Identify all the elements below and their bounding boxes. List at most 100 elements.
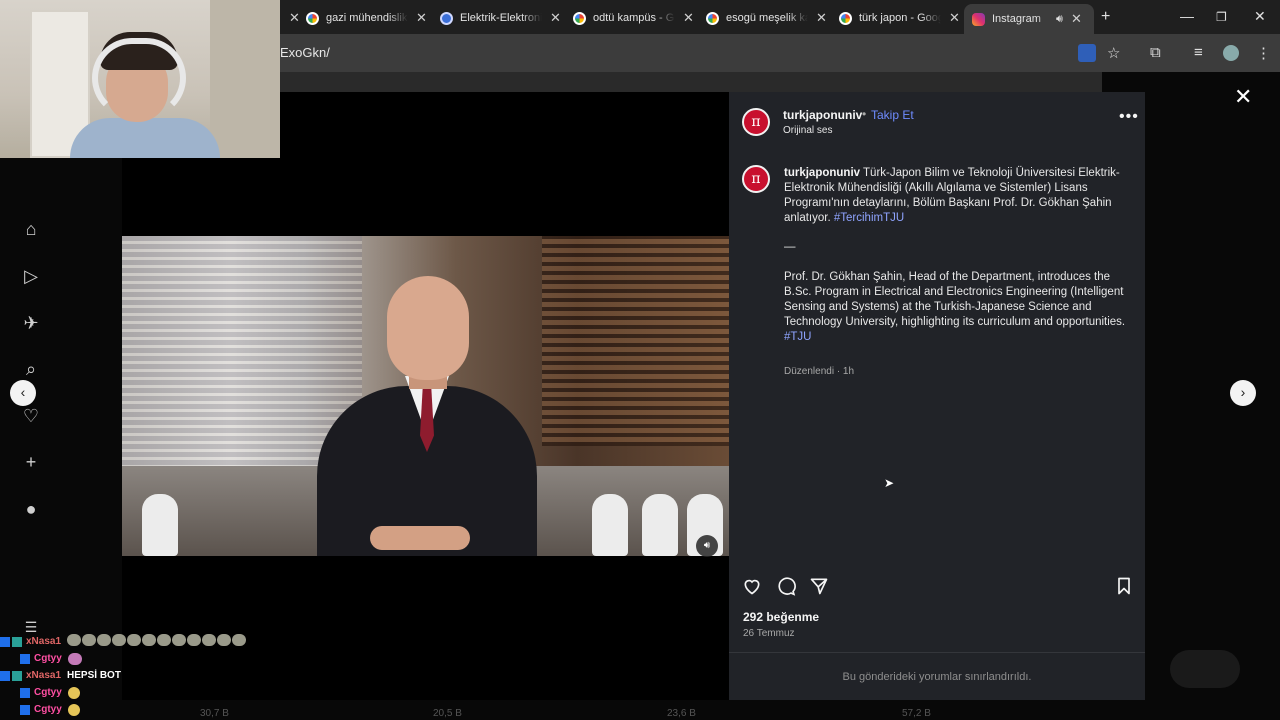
share-icon[interactable]	[809, 576, 829, 596]
reels-icon[interactable]: ▷	[20, 265, 42, 287]
profile-avatar[interactable]: π	[742, 108, 770, 136]
view-count: 23,6 B	[667, 708, 696, 719]
tab-2[interactable]: Elektrik-Elektronik ✕	[440, 5, 561, 31]
chat-user: Cgtyy	[34, 704, 62, 715]
hashtag-link[interactable]: #TJU	[784, 330, 1126, 345]
minimize-button[interactable]: —	[1180, 8, 1194, 24]
badge-icon	[0, 670, 10, 681]
tab-3[interactable]: odtü kampüs - Google ✕	[573, 5, 694, 31]
chat-text: HEPSİ BOT	[67, 670, 121, 681]
close-icon[interactable]: ✕	[816, 10, 827, 26]
create-icon[interactable]: +	[20, 451, 42, 473]
next-post-button[interactable]: ›	[1230, 380, 1256, 406]
follow-button[interactable]: Takip Et	[871, 108, 914, 122]
badge-icon	[0, 636, 10, 647]
kebab-menu-icon[interactable]: ⋮	[1256, 44, 1271, 62]
profile-avatar-icon[interactable]	[1223, 45, 1239, 61]
comments-limited-notice: Bu gönderideki yorumlar sınırlandırıldı.	[842, 671, 1032, 683]
chat-message: xNasa1	[0, 633, 280, 650]
chat-user: xNasa1	[26, 636, 62, 647]
post-video[interactable]	[122, 236, 729, 556]
comment-icon[interactable]	[776, 576, 796, 596]
profile-icon[interactable]: ●	[20, 498, 42, 520]
close-icon[interactable]: ✕	[416, 10, 427, 26]
tab-title: türk japon - Google	[859, 12, 941, 24]
save-bookmark-icon[interactable]	[1114, 576, 1134, 596]
new-tab-button[interactable]: +	[1101, 8, 1110, 26]
restore-button[interactable]: ❐	[1216, 10, 1227, 24]
mouse-cursor-icon: ➤	[884, 476, 895, 490]
home-icon[interactable]: ⌂	[20, 218, 42, 240]
emote-icon	[67, 686, 80, 699]
volume-icon[interactable]: 🔊︎	[696, 535, 718, 557]
like-heart-icon[interactable]	[742, 576, 762, 596]
chat-message: Cgtyy	[0, 684, 280, 701]
previous-post-button[interactable]: ‹	[10, 380, 36, 406]
divider	[729, 652, 1145, 653]
tab-1[interactable]: gazi mühendislik ✕	[306, 5, 427, 31]
close-icon[interactable]: ✕	[683, 10, 694, 26]
caption-username[interactable]: turkjaponuniv	[784, 167, 860, 179]
tab-title: esogü meşelik kampüs	[726, 12, 808, 24]
chat-user: Cgtyy	[34, 653, 62, 664]
close-icon[interactable]: ✕	[949, 10, 960, 26]
tab-4[interactable]: esogü meşelik kampüs ✕	[706, 5, 827, 31]
chat-user: Cgtyy	[34, 687, 62, 698]
badge-icon	[12, 670, 22, 681]
webcam-overlay	[0, 0, 280, 158]
google-icon	[839, 11, 852, 25]
messages-pill[interactable]	[1170, 650, 1240, 688]
close-modal-icon[interactable]: ✕	[1234, 84, 1252, 110]
instagram-icon	[972, 12, 985, 26]
google-icon	[573, 11, 586, 25]
notifications-icon[interactable]: ♡	[20, 405, 42, 427]
post-username[interactable]: turkjaponuniv	[783, 108, 862, 122]
badge-icon	[20, 704, 30, 715]
extensions-icon[interactable]: ⧉	[1150, 44, 1161, 61]
caption-separator: —	[784, 241, 796, 253]
more-options-icon[interactable]: •••	[1119, 108, 1139, 126]
close-window-button[interactable]: ✕	[1254, 8, 1266, 25]
media-control-icon[interactable]: ≡	[1194, 44, 1203, 61]
chat-user: xNasa1	[26, 670, 62, 681]
url-text[interactable]: ExoGkn/	[280, 45, 330, 60]
install-app-icon[interactable]	[1078, 44, 1096, 62]
view-count: 20,5 B	[433, 708, 462, 719]
tab-title: Elektrik-Elektronik	[460, 12, 542, 24]
tab-title: Instagram	[992, 13, 1041, 25]
tab-title: gazi mühendislik	[326, 12, 408, 24]
emote-icon	[67, 652, 82, 665]
chat-message: Cgtyy	[0, 650, 280, 667]
close-icon[interactable]: ✕	[1071, 11, 1082, 27]
bookmark-star-icon[interactable]: ☆	[1107, 44, 1120, 62]
badge-icon	[12, 636, 22, 647]
edited-timestamp: Düzenlendi · 1h	[784, 366, 855, 377]
separator-dot: •	[862, 107, 867, 121]
close-icon[interactable]: ✕	[289, 10, 300, 26]
messages-icon[interactable]: ✈	[20, 312, 42, 334]
tab-title: odtü kampüs - Google	[593, 12, 675, 24]
tab-5[interactable]: türk japon - Google ✕	[839, 5, 960, 31]
site-icon	[440, 11, 453, 25]
like-count[interactable]: 292 beğenme	[743, 610, 819, 624]
badge-icon	[20, 653, 30, 664]
chat-message: Cgtyy	[0, 701, 280, 718]
background-thumbnail-strip	[280, 72, 1102, 92]
badge-icon	[20, 687, 30, 698]
view-count: 57,2 B	[902, 708, 931, 719]
audio-label[interactable]: Orijinal ses	[783, 125, 832, 136]
emote-row	[67, 634, 247, 649]
hashtag-link[interactable]: #TercihimTJU	[834, 212, 904, 224]
speaker-icon[interactable]: 🔊︎	[1056, 13, 1063, 26]
caption-text-en: Prof. Dr. Gökhan Şahin, Head of the Depa…	[784, 271, 1126, 328]
stream-chat: xNasa1 Cgtyy xNasa1 HEPSİ BOT Cgtyy Cgty…	[0, 633, 280, 718]
google-icon	[706, 11, 719, 25]
post-date: 26 Temmuz	[743, 628, 795, 639]
search-icon[interactable]: ⌕	[20, 358, 42, 380]
tab-close-partial[interactable]: ✕	[281, 5, 300, 31]
post-caption: turkjaponuniv Türk-Japon Bilim ve Teknol…	[784, 166, 1126, 345]
close-icon[interactable]: ✕	[550, 10, 561, 26]
caption-avatar[interactable]: π	[742, 165, 770, 193]
google-icon	[306, 11, 319, 25]
tab-instagram-active[interactable]: Instagram 🔊︎ ✕	[964, 4, 1094, 34]
